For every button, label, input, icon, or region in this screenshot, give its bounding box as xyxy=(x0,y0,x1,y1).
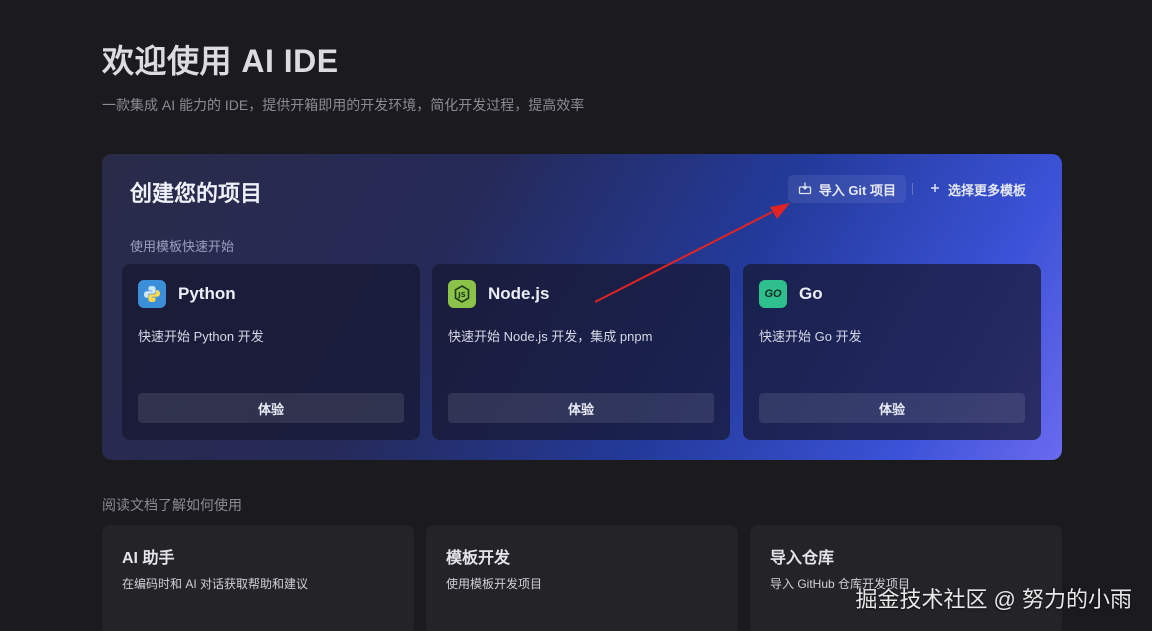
template-name: Python xyxy=(178,284,236,303)
doc-title: AI 助手 xyxy=(122,550,175,567)
page-subtitle: 一款集成 AI 能力的 IDE，提供开箱即用的开发环境，简化开发过程，提高效率 xyxy=(102,97,585,113)
doc-card-ai-assistant[interactable]: AI 助手 在编码时和 AI 对话获取帮助和建议 xyxy=(102,525,414,631)
try-python-button[interactable]: 体验 xyxy=(138,393,404,423)
import-git-label: 导入 Git 项目 xyxy=(818,182,896,198)
more-templates-button[interactable]: 选择更多模板 xyxy=(919,175,1036,203)
import-git-button[interactable]: 导入 Git 项目 xyxy=(787,175,906,203)
doc-description: 在编码时和 AI 对话获取帮助和建议 xyxy=(122,577,309,591)
template-card-python: Python 快速开始 Python 开发 体验 xyxy=(122,264,420,440)
templates-hint: 使用模板快速开始 xyxy=(130,239,235,254)
try-nodejs-button[interactable]: 体验 xyxy=(448,393,714,423)
create-project-title: 创建您的项目 xyxy=(130,181,263,206)
template-card-go: GO Go 快速开始 Go 开发 体验 xyxy=(743,264,1041,440)
nodejs-icon: JS xyxy=(448,280,476,308)
hero-actions: 导入 Git 项目 选择更多模板 xyxy=(787,175,1036,203)
doc-title: 导入仓库 xyxy=(770,550,835,567)
doc-card-import-repo[interactable]: 导入仓库 导入 GitHub 仓库开发项目 xyxy=(750,525,1062,631)
python-icon xyxy=(138,280,166,308)
page-title: 欢迎使用 AI IDE xyxy=(102,43,339,79)
more-templates-label: 选择更多模板 xyxy=(947,182,1026,198)
svg-text:JS: JS xyxy=(457,291,466,299)
template-card-nodejs: JS Node.js 快速开始 Node.js 开发，集成 pnpm 体验 xyxy=(432,264,730,440)
doc-title: 模板开发 xyxy=(446,550,511,567)
template-name: Node.js xyxy=(488,284,550,303)
watermark: 掘金技术社区 @ 努力的小雨 xyxy=(855,587,1132,612)
actions-divider xyxy=(911,183,913,195)
doc-card-template-dev[interactable]: 模板开发 使用模板开发项目 xyxy=(426,525,738,631)
go-icon: GO xyxy=(759,280,787,308)
docs-hint: 阅读文档了解如何使用 xyxy=(102,497,242,513)
template-name: Go xyxy=(799,284,823,303)
try-go-button[interactable]: 体验 xyxy=(759,393,1025,423)
template-description: 快速开始 Python 开发 xyxy=(138,329,264,344)
doc-description: 使用模板开发项目 xyxy=(446,577,543,591)
template-description: 快速开始 Go 开发 xyxy=(759,329,862,344)
plus-icon xyxy=(929,182,941,197)
template-description: 快速开始 Node.js 开发，集成 pnpm xyxy=(448,329,653,344)
create-project-panel: 创建您的项目 导入 Git 项目 选择更多模板 使用模板快速开始 Python … xyxy=(102,154,1062,460)
import-icon xyxy=(798,181,812,198)
